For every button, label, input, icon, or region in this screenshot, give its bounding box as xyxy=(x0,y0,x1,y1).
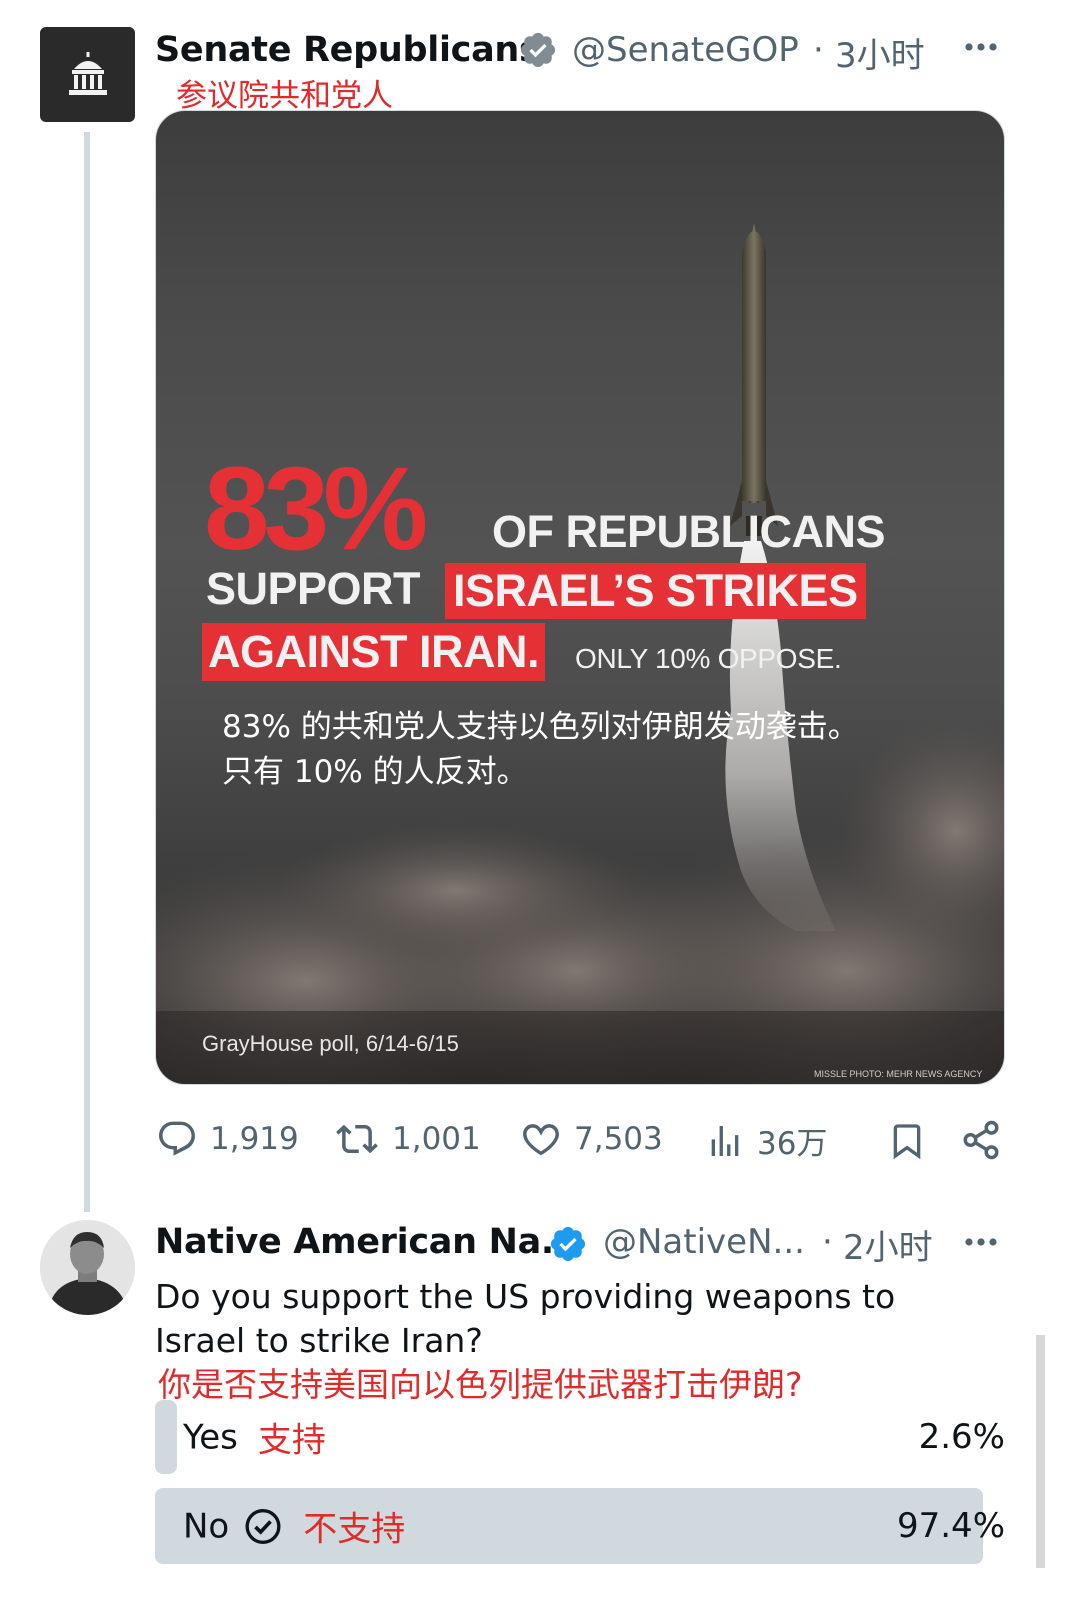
tweet-media-image[interactable]: 83% OF REPUBLICANS SUPPORT ISRAEL’S STRI… xyxy=(155,110,1005,1085)
poll-option-label: No xyxy=(183,1506,230,1546)
poll-option-translation: 不支持 xyxy=(303,1509,406,1550)
retweet-icon xyxy=(336,1124,378,1154)
thread-connector-line xyxy=(84,132,90,1212)
poll-option-no[interactable]: No 不支持 97.4% xyxy=(155,1488,1005,1564)
retweet-button[interactable]: 1,001 xyxy=(334,1118,481,1160)
headline-percentage: 83% xyxy=(204,443,428,575)
portrait-photo xyxy=(40,1220,135,1315)
poll-option-percent: 2.6% xyxy=(918,1417,1005,1457)
scrollbar[interactable] xyxy=(1036,1335,1045,1568)
verified-badge-icon xyxy=(550,1226,586,1262)
author-name[interactable]: Native American Na... xyxy=(155,1222,580,1262)
separator-dot: · xyxy=(822,1222,833,1262)
poll-bar-yes xyxy=(155,1400,178,1474)
more-icon[interactable] xyxy=(960,1221,1002,1263)
more-icon[interactable] xyxy=(960,26,1002,68)
post-time[interactable]: 2小时 xyxy=(843,1220,933,1269)
poll-option-percent: 97.4% xyxy=(896,1506,1005,1546)
reply-count: 1,919 xyxy=(210,1121,299,1157)
headline-line3-highlight: AGAINST IRAN. xyxy=(202,623,545,681)
views-icon xyxy=(711,1125,739,1156)
poll-source-caption: GrayHouse poll, 6/14-6/15 xyxy=(202,1031,459,1056)
author-name[interactable]: Senate Republicans xyxy=(155,30,540,70)
share-button[interactable] xyxy=(960,1119,1002,1161)
media-translation-line1: 83% 的共和党人支持以色列对伊朗发动袭击。 xyxy=(222,709,859,745)
name-translation: 参议院共和党人 xyxy=(176,78,393,114)
separator-dot: · xyxy=(813,30,824,70)
headline-line2-prefix: SUPPORT xyxy=(206,563,421,614)
like-button[interactable]: 7,503 xyxy=(520,1118,663,1160)
native-american-avatar[interactable] xyxy=(40,1220,135,1315)
view-count: 36万 xyxy=(757,1126,828,1162)
check-circle-icon xyxy=(245,1508,281,1544)
retweet-count: 1,001 xyxy=(392,1121,481,1157)
media-translation-line2: 只有 10% 的人反对。 xyxy=(222,754,528,790)
author-handle[interactable]: @SenateGOP xyxy=(572,30,799,70)
headline-line3-suffix: ONLY 10% OPPOSE. xyxy=(575,643,842,674)
bookmark-button[interactable] xyxy=(887,1119,927,1163)
reply-button[interactable]: 1,919 xyxy=(156,1118,299,1160)
tweet-text: Do you support the US providing weapons … xyxy=(155,1277,896,1360)
question-translation: 你是否支持美国向以色列提供武器打击伊朗? xyxy=(158,1365,803,1404)
poll-option-label: Yes xyxy=(183,1417,238,1457)
poll-option-yes[interactable]: Yes 支持 2.6% xyxy=(155,1400,1005,1474)
capitol-icon xyxy=(68,51,107,95)
post-time[interactable]: 3小时 xyxy=(835,28,925,77)
poll-option-translation: 支持 xyxy=(257,1420,326,1461)
share-icon xyxy=(963,1120,999,1160)
senate-republicans-avatar[interactable] xyxy=(40,27,135,122)
views-button[interactable]: 36万 xyxy=(705,1118,827,1163)
reply-icon xyxy=(158,1121,195,1156)
like-count: 7,503 xyxy=(574,1121,663,1157)
like-icon xyxy=(523,1124,559,1156)
bookmark-icon xyxy=(893,1124,921,1160)
headline-line1: OF REPUBLICANS xyxy=(492,506,886,557)
author-handle[interactable]: @NativeN... xyxy=(603,1222,805,1262)
verified-badge-icon xyxy=(520,32,556,68)
headline-line2-highlight: ISRAEL’S STRIKES xyxy=(445,563,866,619)
photo-credit: MISSLE PHOTO: MEHR NEWS AGENCY xyxy=(814,1069,983,1079)
